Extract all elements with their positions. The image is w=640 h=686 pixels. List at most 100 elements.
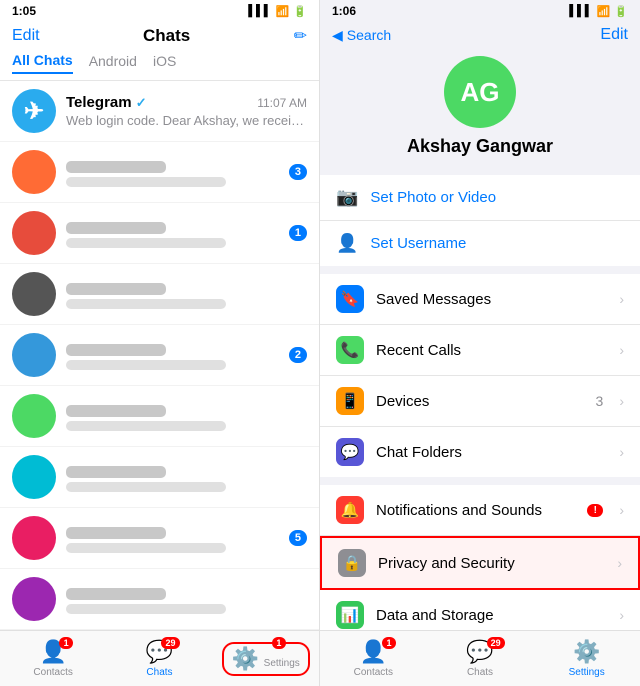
back-arrow-icon: ◀ [332,27,343,44]
avatar [12,455,56,499]
privacy-security-item[interactable]: 🔒 Privacy and Security › [320,536,640,590]
blurred-msg [66,360,226,370]
profile-section: AG Akshay Gangwar [320,48,640,169]
right-nav-header: ◀ Search Edit [320,22,640,48]
blurred-name [66,527,166,539]
compose-button[interactable]: ✏ [294,26,307,46]
back-label: Search [347,27,391,43]
chat-tabs: All Chats Android iOS [0,52,319,81]
left-status-bar: 1:05 ▌▌▌ 📶 🔋 [0,0,319,22]
saved-messages-item[interactable]: 🔖 Saved Messages › [320,274,640,325]
blurred-name [66,283,166,295]
chat-content: Telegram ✓ 11:07 AM Web login code. Dear… [66,94,307,128]
blurred-name [66,161,166,173]
set-photo-label: Set Photo or Video [370,189,496,206]
quick-actions: 📷 Set Photo or Video 👤 Set Username [320,175,640,266]
privacy-icon: 🔒 [338,549,366,577]
chats-label: Chats [467,667,493,678]
list-item[interactable] [0,569,319,630]
recent-calls-label: Recent Calls [376,342,603,359]
list-item[interactable]: 5 [0,508,319,569]
notifications-item[interactable]: 🔔 Notifications and Sounds ! › [320,485,640,536]
chat-top-row: Telegram ✓ 11:07 AM [66,94,307,111]
set-photo-button[interactable]: 📷 Set Photo or Video [320,175,640,221]
saved-messages-icon: 🔖 [336,285,364,313]
tab-android[interactable]: Android [89,53,137,73]
chats-badge: 29 [487,637,505,649]
data-storage-item[interactable]: 📊 Data and Storage › [320,590,640,630]
right-status-icons: ▌▌▌ 📶 🔋 [569,5,628,18]
chat-content [66,340,279,370]
left-nav-header: Edit Chats ✏ [0,22,319,52]
avatar [12,394,56,438]
chevron-icon: › [619,502,624,518]
contacts-badge: 1 [382,637,396,649]
signal-icon: ▌▌▌ [248,5,271,17]
chat-content [66,401,307,431]
recent-calls-item[interactable]: 📞 Recent Calls › [320,325,640,376]
list-item[interactable]: 3 [0,142,319,203]
settings-icon: ⚙️ [232,646,259,671]
unread-badge: 5 [289,530,307,546]
avatar: ✈ [12,89,56,133]
right-tab-chats[interactable]: 💬 29 Chats [427,631,534,686]
tab-all-chats[interactable]: All Chats [12,52,73,74]
blurred-msg [66,543,226,553]
data-storage-icon: 📊 [336,601,364,629]
battery-icon: 🔋 [293,5,307,18]
list-item[interactable] [0,386,319,447]
left-time: 1:05 [12,4,36,18]
saved-messages-label: Saved Messages [376,291,603,308]
profile-initials: AG [461,77,500,108]
right-edit-button[interactable]: Edit [600,26,628,44]
left-bottom-tabs: 👤 1 Contacts 💬 29 Chats ⚙️ 1 Settings [0,630,319,686]
blurred-name [66,222,166,234]
tab-contacts[interactable]: 👤 1 Contacts [0,631,106,686]
right-signal-icon: ▌▌▌ [569,5,592,17]
set-username-button[interactable]: 👤 Set Username [320,221,640,266]
settings-label: Settings [264,658,300,669]
avatar [12,211,56,255]
blurred-msg [66,238,226,248]
edit-button[interactable]: Edit [12,27,40,45]
chats-title: Chats [40,26,294,46]
list-item[interactable]: 1 [0,203,319,264]
blurred-name [66,405,166,417]
tab-chats[interactable]: 💬 29 Chats [106,631,212,686]
chevron-icon: › [619,607,624,623]
settings-label: Settings [569,667,605,678]
tab-settings[interactable]: ⚙️ 1 Settings [213,631,319,686]
back-button[interactable]: ◀ Search [332,27,391,44]
right-tab-settings[interactable]: ⚙️ Settings [533,631,640,686]
devices-label: Devices [376,393,584,410]
blurred-msg [66,604,226,614]
devices-item[interactable]: 📱 Devices 3 › [320,376,640,427]
avatar [12,577,56,621]
right-status-bar: 1:06 ▌▌▌ 📶 🔋 [320,0,640,22]
avatar [12,333,56,377]
chevron-icon: › [619,342,624,358]
chat-time: 11:07 AM [257,96,307,110]
right-time: 1:06 [332,4,356,18]
chat-folders-label: Chat Folders [376,444,603,461]
right-panel: 1:06 ▌▌▌ 📶 🔋 ◀ Search Edit AG Akshay Gan… [320,0,640,686]
chat-folders-item[interactable]: 💬 Chat Folders › [320,427,640,477]
right-battery-icon: 🔋 [614,5,628,18]
avatar [12,150,56,194]
chats-badge: 29 [161,637,179,649]
unread-badge: 1 [289,225,307,241]
chat-content [66,462,307,492]
list-item[interactable]: 2 [0,325,319,386]
blurred-name [66,588,166,600]
list-item[interactable] [0,447,319,508]
right-tab-contacts[interactable]: 👤 1 Contacts [320,631,427,686]
list-item[interactable] [0,264,319,325]
menu-section-2: 🔔 Notifications and Sounds ! › 🔒 Privacy… [320,485,640,630]
list-item[interactable]: ✈ Telegram ✓ 11:07 AM Web login code. De… [0,81,319,142]
chat-preview: Web login code. Dear Akshay, we received… [66,113,307,128]
contacts-label: Contacts [354,667,393,678]
unread-badge: 2 [289,347,307,363]
tab-ios[interactable]: iOS [153,53,176,73]
devices-icon: 📱 [336,387,364,415]
profile-avatar: AG [444,56,516,128]
